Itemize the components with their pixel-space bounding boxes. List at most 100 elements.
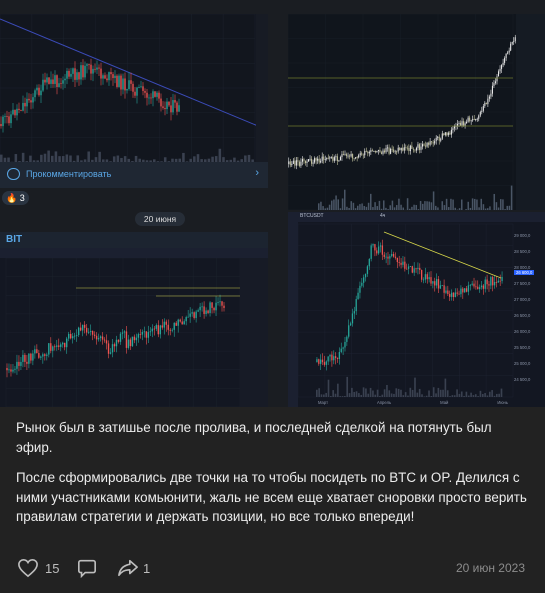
volume-bar (504, 209, 506, 210)
volume-bar (432, 387, 435, 397)
candle-body (356, 157, 358, 158)
candle-body (52, 79, 54, 84)
candle-body (449, 294, 451, 297)
candle-body (48, 343, 50, 355)
price-scale (516, 14, 545, 210)
volume-bar (477, 396, 479, 397)
candle-body (16, 108, 18, 116)
volume-bar (353, 391, 356, 397)
volume-bar (98, 151, 101, 162)
volume-bar (43, 153, 47, 162)
candle-body (335, 156, 337, 158)
candle-body (346, 336, 348, 342)
candle-body (48, 77, 50, 84)
candle-body (475, 286, 477, 288)
volume-bar (333, 199, 335, 210)
candle-body (8, 369, 10, 371)
candle-body (358, 155, 360, 158)
candle-body (315, 158, 317, 161)
volume-bar (402, 207, 405, 210)
candle-body (452, 292, 455, 298)
volume-bar (493, 395, 496, 397)
candle-body (199, 306, 201, 311)
chart-screenshot-4[interactable]: BTCUSDT 4ч 29 000,0 28 500,0 28 000,0 27 50… (288, 212, 545, 407)
reaction-badge[interactable]: 🔥 3 (2, 191, 29, 205)
volume-bar (411, 206, 413, 210)
share-button[interactable]: 1 (117, 556, 150, 580)
volume-bar (376, 206, 379, 210)
candle-body (321, 359, 324, 363)
candle-body (374, 151, 376, 153)
candle-body (453, 126, 455, 129)
volume-bar (508, 205, 511, 210)
candle-body (94, 68, 96, 70)
candle-body (22, 354, 24, 362)
candle-body (42, 79, 44, 91)
candle-body (336, 357, 339, 359)
candle-body (40, 90, 42, 96)
candle-body (421, 270, 423, 280)
candle-body (66, 338, 68, 348)
image-collage[interactable]: Прокомментировать › 🔥 3 20 июня BIT BTCU… (0, 0, 545, 407)
candle-body (79, 327, 82, 331)
volume-bar (465, 391, 468, 397)
candle-body (430, 277, 432, 284)
candle-body (98, 67, 100, 69)
candle-body (380, 152, 383, 154)
volume-bar (451, 395, 454, 397)
volume-bar (497, 207, 500, 210)
candle-body (469, 284, 471, 286)
candle-body (488, 284, 490, 286)
volume-bar (442, 389, 444, 397)
candle-body (493, 282, 496, 286)
volume-bar (465, 209, 467, 210)
candle-body (146, 92, 148, 98)
comment-bar[interactable]: Прокомментировать › (0, 162, 268, 188)
candle-body (8, 116, 10, 124)
candle-body (157, 325, 160, 335)
candle-body (42, 354, 44, 357)
candle-body (494, 81, 497, 84)
volume-bar (471, 198, 474, 210)
chart-screenshot-1[interactable] (0, 14, 268, 162)
candle-body (333, 356, 335, 361)
candle-body (484, 279, 486, 289)
candle-body (348, 325, 350, 337)
chart-toolbar (0, 248, 268, 258)
candle-body (151, 328, 154, 332)
volume-bar (370, 193, 372, 210)
candle-body (499, 280, 501, 282)
candle-body (371, 150, 373, 152)
post-date: 20 июн 2023 (455, 561, 525, 575)
candle-body (64, 78, 66, 81)
candle-body (28, 98, 30, 101)
volume-bar (435, 205, 437, 210)
candle-body (402, 261, 404, 265)
volume-bar (409, 208, 411, 210)
volume-bar (398, 198, 400, 210)
candle-body (321, 156, 323, 161)
chart-screenshot-2[interactable] (288, 14, 545, 210)
candle-body (421, 144, 424, 147)
candle-body (219, 301, 221, 303)
candle-body (479, 112, 481, 116)
volume-bar (482, 204, 485, 210)
post-paragraph-2: После сформировались две точки на то что… (16, 470, 527, 524)
volume-bar (456, 389, 458, 397)
candle-body (304, 160, 307, 163)
ticker-label: BTCUSDT (300, 213, 324, 219)
candle-body (391, 253, 393, 257)
chart-screenshot-3[interactable] (0, 248, 268, 407)
candle-body (106, 78, 108, 81)
candle-body (434, 141, 436, 144)
like-button[interactable]: 15 (17, 556, 59, 580)
interval-label: 4ч (380, 213, 386, 219)
volume-bar (476, 199, 478, 210)
volume-bar (502, 199, 504, 210)
comment-button[interactable] (77, 556, 97, 580)
candle-body (437, 136, 439, 138)
candle-body (178, 105, 180, 112)
volume-bar (323, 394, 325, 397)
candle-body (58, 83, 60, 88)
candle-body (122, 78, 124, 90)
